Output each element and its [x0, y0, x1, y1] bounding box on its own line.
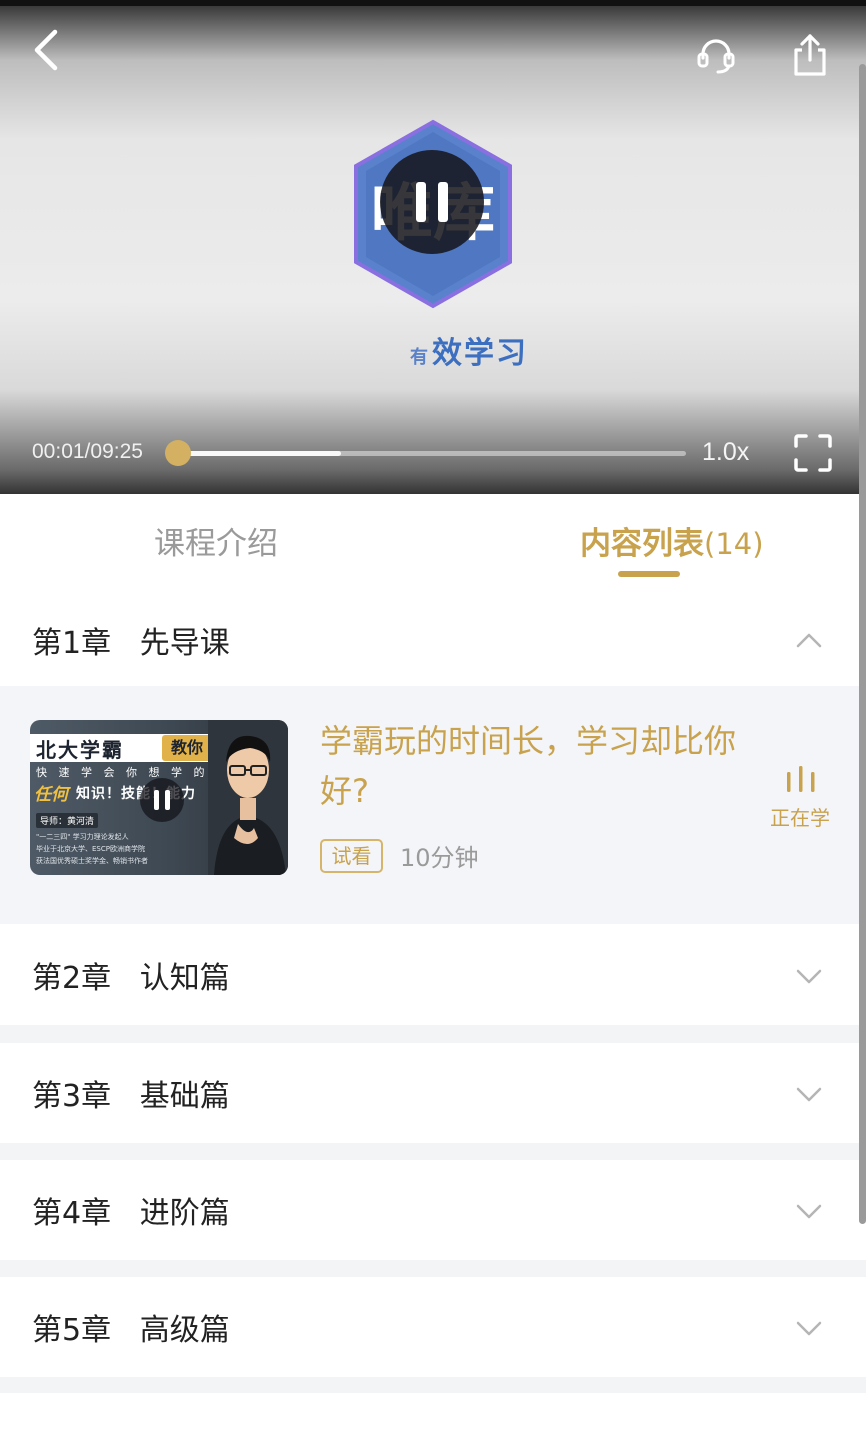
headset-icon: [697, 39, 735, 74]
chapter-title: 第1章 先导课: [32, 626, 230, 661]
thumb-tutor-tag: 导师：黄河清: [36, 813, 99, 828]
trial-badge: 试看: [320, 839, 383, 873]
video-player[interactable]: 唯库 有效学习 00:01/09:25 1.0x: [0, 0, 866, 494]
chevron-down-icon: [796, 969, 822, 984]
chevron-up-icon: [796, 633, 822, 648]
lesson-thumbnail[interactable]: 北大学霸 教你 快 速 学 会 你 想 学 的 任何 知识！技能！能力 导师：黄…: [30, 720, 288, 875]
divider: [0, 1260, 866, 1277]
chapter-4[interactable]: 第4章 进阶篇: [0, 1160, 866, 1260]
divider: [0, 1143, 866, 1160]
share-icon: [794, 34, 826, 76]
chapter-1[interactable]: 第1章 先导课: [0, 590, 866, 690]
chevron-left-icon: [34, 29, 58, 71]
chapter-2[interactable]: 第2章 认知篇: [0, 925, 866, 1025]
buffer-bar: [178, 451, 341, 456]
progress-bar[interactable]: [178, 451, 686, 456]
chevron-down-icon: [796, 1204, 822, 1219]
now-playing-icon: [787, 766, 815, 792]
chapter-title: 第3章 基础篇: [32, 1079, 230, 1114]
chapter-3[interactable]: 第3章 基础篇: [0, 1043, 866, 1143]
thumb-highlight: 任何: [34, 785, 68, 805]
divider: [0, 1025, 866, 1043]
pause-button[interactable]: [380, 150, 484, 254]
chapter-title: 第4章 进阶篇: [32, 1196, 230, 1231]
presenter-image: [208, 720, 288, 875]
fullscreen-button[interactable]: [792, 432, 834, 474]
divider: [0, 1377, 866, 1393]
chevron-down-icon: [796, 1321, 822, 1336]
back-button[interactable]: [22, 24, 70, 76]
video-slogan: 有效学习: [410, 336, 528, 371]
now-playing-label: 正在学: [770, 806, 830, 830]
customer-service-button[interactable]: [692, 32, 740, 80]
pause-bar: [438, 182, 448, 222]
thumb-line: 快 速 学 会 你 想 学 的: [36, 766, 209, 779]
thumb-badge: 教你: [162, 735, 212, 761]
chapter-5[interactable]: 第5章 高级篇: [0, 1277, 866, 1377]
tab-course-intro[interactable]: 课程介绍: [154, 518, 278, 563]
chevron-down-icon: [796, 1087, 822, 1102]
scrollbar[interactable]: [859, 64, 866, 1224]
tab-content-list[interactable]: 内容列表(14): [580, 518, 764, 563]
thumb-small-text: "一二三四" 学习力理论发起人: [36, 833, 129, 841]
thumb-header-text: 北大学霸: [36, 738, 124, 762]
lesson-item[interactable]: 北大学霸 教你 快 速 学 会 你 想 学 的 任何 知识！技能！能力 导师：黄…: [0, 686, 866, 924]
lesson-title[interactable]: 学霸玩的时间长，学习却比你好?: [320, 716, 760, 816]
active-tab-indicator: [618, 571, 680, 577]
playback-time: 00:01/09:25: [32, 440, 143, 463]
progress-knob[interactable]: [165, 440, 191, 466]
status-strip: [0, 0, 866, 6]
chapter-title: 第5章 高级篇: [32, 1313, 230, 1348]
share-button[interactable]: [786, 30, 834, 80]
thumb-small-text: 获法国优秀硕士奖学金、畅销书作者: [36, 857, 148, 865]
speed-button[interactable]: 1.0x: [702, 438, 749, 467]
chapter-title: 第2章 认知篇: [32, 961, 230, 996]
fullscreen-icon: [794, 434, 832, 472]
thumb-pause-icon: [140, 778, 184, 822]
pause-bar: [416, 182, 426, 222]
lesson-duration: 10分钟: [400, 844, 479, 872]
content-tabs: 课程介绍 内容列表(14): [0, 494, 866, 594]
thumb-small-text: 毕业于北京大学、ESCP欧洲商学院: [36, 845, 145, 853]
